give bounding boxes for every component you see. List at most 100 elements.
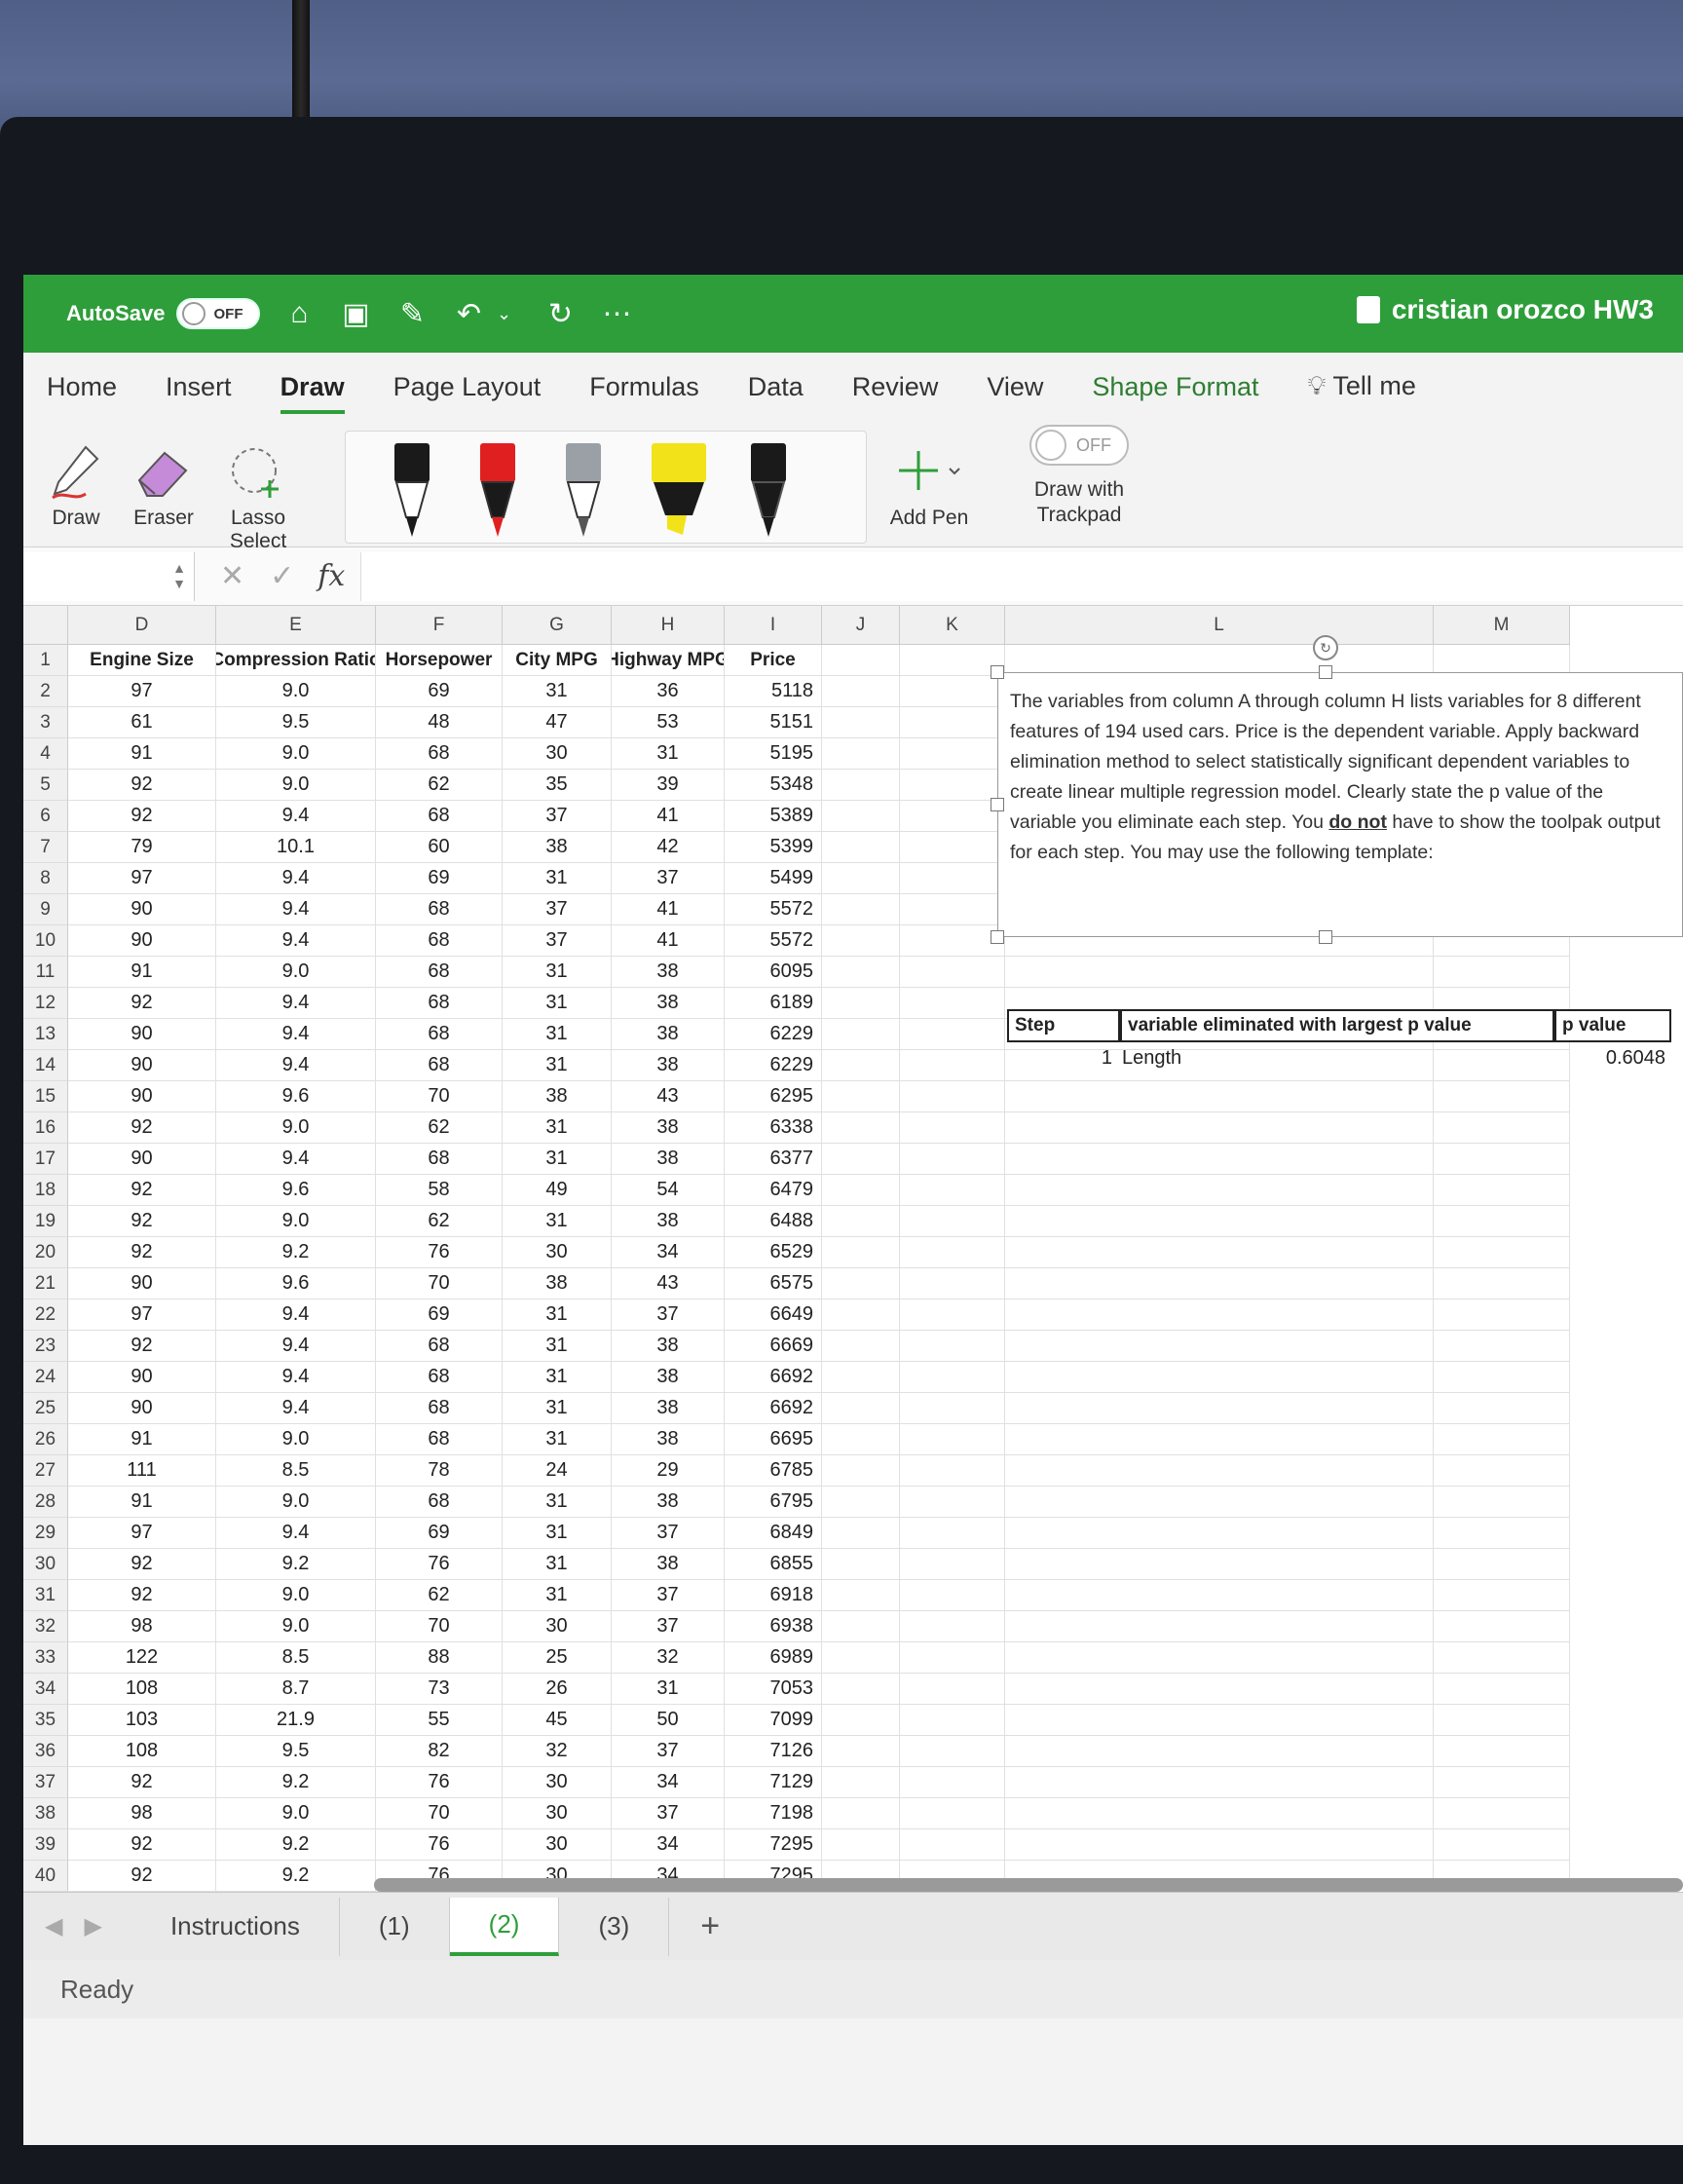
table-cell[interactable]: 30	[503, 738, 612, 770]
column-header-i[interactable]: I	[725, 606, 822, 645]
table-cell[interactable]: 31	[503, 1050, 612, 1081]
table-cell[interactable]: 31	[503, 988, 612, 1019]
table-cell[interactable]	[900, 988, 1005, 1019]
table-cell[interactable]: 90	[68, 1362, 216, 1393]
table-cell[interactable]	[822, 1549, 900, 1580]
table-cell[interactable]: 31	[503, 1487, 612, 1518]
table-cell[interactable]	[900, 1237, 1005, 1268]
table-cell[interactable]	[900, 832, 1005, 863]
table-cell[interactable]: 31	[503, 1393, 612, 1424]
column-title-cell[interactable]: Horsepower	[376, 645, 503, 676]
pen-black-2[interactable]	[749, 441, 788, 539]
row-header-8[interactable]: 8	[23, 863, 68, 894]
table-cell[interactable]: 6692	[725, 1393, 822, 1424]
table-cell[interactable]: 36	[612, 676, 725, 707]
table-cell[interactable]: 31	[503, 676, 612, 707]
table-cell[interactable]: 90	[68, 1393, 216, 1424]
table-cell[interactable]: 69	[376, 676, 503, 707]
table-cell[interactable]: 9.4	[216, 925, 376, 957]
add-sheet-button[interactable]: +	[700, 1907, 720, 1945]
table-cell[interactable]: 6855	[725, 1549, 822, 1580]
table-cell[interactable]: 38	[612, 1393, 725, 1424]
table-cell[interactable]	[1434, 1767, 1570, 1798]
table-cell[interactable]	[900, 1050, 1005, 1081]
table-cell[interactable]: 41	[612, 894, 725, 925]
row-header-33[interactable]: 33	[23, 1642, 68, 1674]
table-cell[interactable]: 31	[503, 1206, 612, 1237]
table-cell[interactable]: 9.0	[216, 957, 376, 988]
column-header-d[interactable]: D	[68, 606, 216, 645]
table-cell[interactable]	[822, 1019, 900, 1050]
column-title-cell[interactable]	[822, 645, 900, 676]
table-cell[interactable]: 9.6	[216, 1175, 376, 1206]
table-cell[interactable]: 9.4	[216, 801, 376, 832]
table-cell[interactable]: 82	[376, 1736, 503, 1767]
table-cell[interactable]: 53	[612, 707, 725, 738]
tab-data[interactable]: Data	[748, 372, 804, 402]
table-cell[interactable]	[822, 1642, 900, 1674]
row-header-23[interactable]: 23	[23, 1331, 68, 1362]
table-cell[interactable]	[822, 1611, 900, 1642]
table-cell[interactable]: 30	[503, 1611, 612, 1642]
table-cell[interactable]	[822, 1268, 900, 1299]
table-cell[interactable]: 62	[376, 770, 503, 801]
table-cell[interactable]: 38	[503, 832, 612, 863]
table-cell[interactable]: 39	[612, 770, 725, 801]
table-cell[interactable]: 9.6	[216, 1268, 376, 1299]
table-cell[interactable]: 92	[68, 770, 216, 801]
sheet-tab-instructions[interactable]: Instructions	[131, 1897, 340, 1956]
row-header-2[interactable]: 2	[23, 676, 68, 707]
table-cell[interactable]	[900, 1144, 1005, 1175]
table-cell[interactable]	[900, 1487, 1005, 1518]
table-cell[interactable]: 68	[376, 1019, 503, 1050]
row-header-40[interactable]: 40	[23, 1861, 68, 1892]
column-title-cell[interactable]: Price	[725, 645, 822, 676]
table-cell[interactable]: 9.0	[216, 770, 376, 801]
table-cell[interactable]	[1005, 1237, 1434, 1268]
table-cell[interactable]: 91	[68, 957, 216, 988]
trackpad-toggle[interactable]: OFF	[1029, 425, 1129, 466]
table-cell[interactable]: 9.5	[216, 707, 376, 738]
table-cell[interactable]	[1005, 1829, 1434, 1861]
table-cell[interactable]: 37	[612, 1518, 725, 1549]
table-cell[interactable]: 90	[68, 1268, 216, 1299]
table-cell[interactable]: 90	[68, 1019, 216, 1050]
spreadsheet-grid[interactable]: D E F G H I J K L M 1 Engine Size Compression Ratio H…	[23, 606, 1683, 2016]
table-cell[interactable]: 9.2	[216, 1767, 376, 1798]
table-cell[interactable]	[1005, 1798, 1434, 1829]
table-cell[interactable]: 98	[68, 1611, 216, 1642]
table-cell[interactable]: 37	[612, 863, 725, 894]
table-cell[interactable]: 9.4	[216, 988, 376, 1019]
tell-me[interactable]: 💡︎ Tell me	[1307, 371, 1415, 402]
table-cell[interactable]	[822, 1798, 900, 1829]
table-cell[interactable]	[1434, 1237, 1570, 1268]
table-cell[interactable]	[1434, 1611, 1570, 1642]
row-header-36[interactable]: 36	[23, 1736, 68, 1767]
table-cell[interactable]: 31	[503, 863, 612, 894]
tab-draw[interactable]: Draw	[280, 372, 345, 414]
row-header-17[interactable]: 17	[23, 1144, 68, 1175]
row-header-37[interactable]: 37	[23, 1767, 68, 1798]
table-cell[interactable]	[1434, 1674, 1570, 1705]
table-cell[interactable]	[900, 1455, 1005, 1487]
row-header-11[interactable]: 11	[23, 957, 68, 988]
table-cell[interactable]	[1005, 1549, 1434, 1580]
table-cell[interactable]: 9.0	[216, 676, 376, 707]
table-cell[interactable]	[1434, 1705, 1570, 1736]
table-cell[interactable]: 9.0	[216, 1798, 376, 1829]
table-cell[interactable]: 31	[503, 1518, 612, 1549]
table-cell[interactable]: 9.5	[216, 1736, 376, 1767]
table-cell[interactable]	[1434, 1580, 1570, 1611]
table-cell[interactable]	[822, 925, 900, 957]
column-header-e[interactable]: E	[216, 606, 376, 645]
row-header-21[interactable]: 21	[23, 1268, 68, 1299]
table-cell[interactable]: 8.5	[216, 1642, 376, 1674]
table-cell[interactable]: 6488	[725, 1206, 822, 1237]
table-cell[interactable]	[1005, 1642, 1434, 1674]
table-cell[interactable]: 97	[68, 863, 216, 894]
table-cell[interactable]	[1005, 957, 1434, 988]
row-header-19[interactable]: 19	[23, 1206, 68, 1237]
table-cell[interactable]	[822, 1393, 900, 1424]
table-cell[interactable]: 62	[376, 1112, 503, 1144]
table-cell[interactable]: 108	[68, 1674, 216, 1705]
